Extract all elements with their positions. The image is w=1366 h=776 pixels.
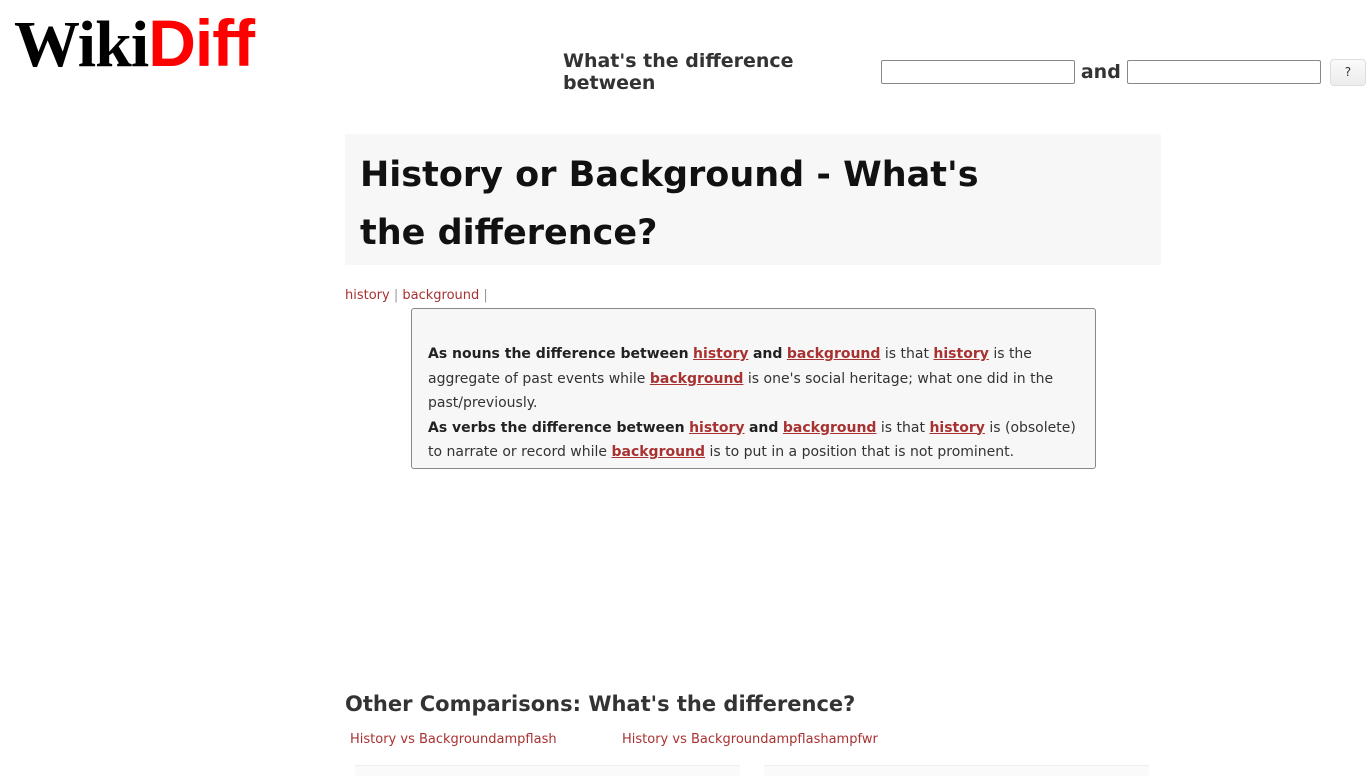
wikidiff-logo[interactable]: WikiDiff [14, 8, 255, 81]
breadcrumb-background-link[interactable]: background [402, 288, 479, 303]
word-link-background[interactable]: background [787, 346, 881, 362]
word-link-history[interactable]: history [933, 346, 988, 362]
def-text: is that [884, 346, 929, 362]
nouns-definition: As nouns the difference between history … [428, 342, 1079, 465]
word-link-history[interactable]: history [929, 420, 984, 436]
first-word-input[interactable] [880, 60, 1075, 84]
comparison-link[interactable]: History vs Backgroundampflashampfwr [622, 732, 878, 747]
word-link-history[interactable]: history [689, 420, 744, 436]
word-link-history[interactable]: history [693, 346, 748, 362]
definition-box: As nouns the difference between history … [411, 308, 1096, 469]
logo-wiki: Wiki [14, 8, 149, 81]
search-label: What's the difference between [563, 50, 794, 94]
verbs-intro: As verbs the difference between [428, 419, 685, 436]
word-link-background[interactable]: background [611, 444, 705, 460]
breadcrumb-separator: | [393, 288, 399, 303]
and-label: and [1080, 61, 1121, 83]
compare-search-bar: What's the difference between and ? [563, 50, 1366, 94]
comparison-card [764, 765, 1149, 776]
and-text: and [752, 346, 783, 362]
comparison-link[interactable]: History vs Backgroundampflash [350, 732, 557, 747]
second-word-input[interactable] [1126, 60, 1321, 84]
word-link-background[interactable]: background [783, 420, 877, 436]
compare-submit-button[interactable]: ? [1329, 58, 1366, 86]
def-text: is that [880, 419, 925, 436]
breadcrumb-history-link[interactable]: history [345, 288, 390, 303]
breadcrumb: history | background | [345, 288, 488, 303]
breadcrumb-separator: | [483, 288, 488, 303]
title-box: History or Background - What's the diffe… [345, 134, 1161, 265]
comparison-card [355, 765, 740, 776]
logo-diff: Diff [148, 6, 255, 80]
and-text: and [748, 419, 779, 436]
word-link-background[interactable]: background [650, 371, 744, 387]
page-title: History or Background - What's the diffe… [360, 155, 979, 253]
other-comparisons-heading: Other Comparisons: What's the difference… [345, 692, 856, 716]
def-text: is to put in a position that is not prom… [709, 444, 1015, 460]
nouns-intro: As nouns the difference between [428, 346, 689, 362]
